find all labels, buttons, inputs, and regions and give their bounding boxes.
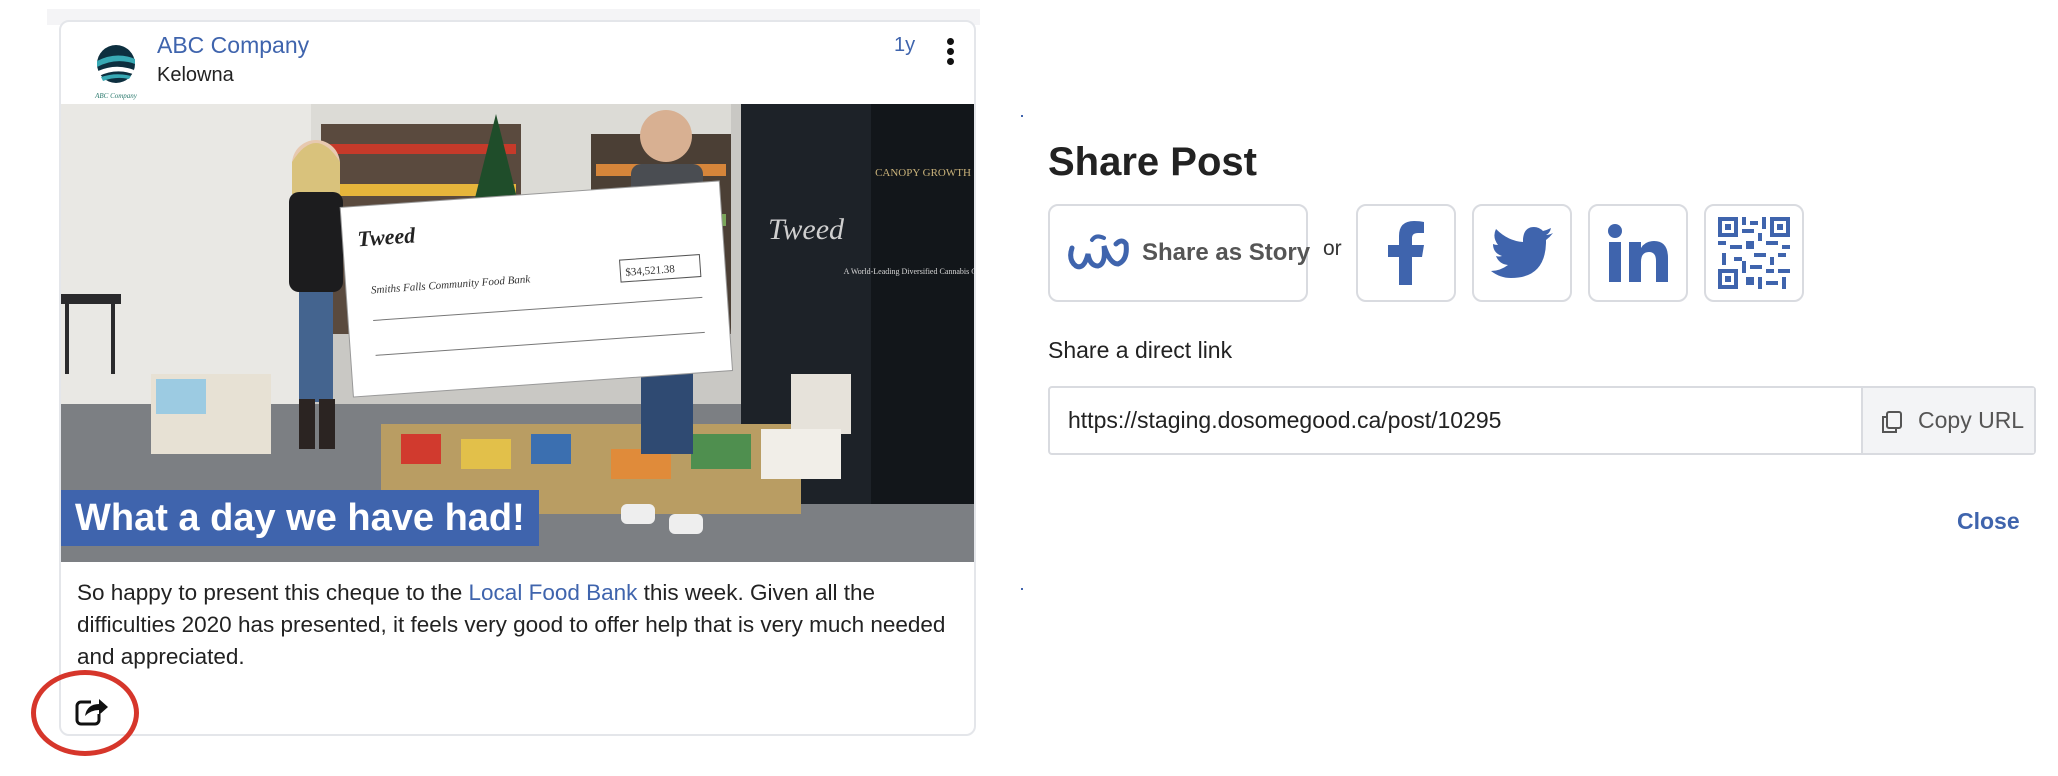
share-post-title: Share Post <box>1048 140 1257 184</box>
local-food-bank-link[interactable]: Local Food Bank <box>469 580 638 605</box>
post-location: Kelowna <box>157 64 234 86</box>
story-icon <box>1066 230 1132 283</box>
kebab-menu-icon[interactable] <box>940 38 960 72</box>
direct-link-input[interactable] <box>1050 388 1860 453</box>
direct-link-label: Share a direct link <box>1048 337 1233 363</box>
company-name-link[interactable]: ABC Company <box>157 32 309 59</box>
dot-mark <box>1021 588 1023 590</box>
dot-mark <box>1021 115 1023 117</box>
image-caption: What a day we have had! <box>61 490 539 546</box>
copy-url-label: Copy URL <box>1918 407 2025 433</box>
copy-url-button[interactable]: Copy URL <box>1861 388 2034 453</box>
share-as-story-label: Share as Story <box>1142 239 1311 266</box>
post-body: So happy to present this cheque to the L… <box>77 577 957 673</box>
direct-link-group: Copy URL <box>1048 386 2036 455</box>
twitter-share-button[interactable] <box>1472 204 1572 302</box>
linkedin-share-button[interactable] <box>1588 204 1688 302</box>
twitter-icon <box>1491 227 1553 278</box>
banner-brand-text: Tweed <box>768 213 845 246</box>
banner-right-tagline: A World-Leading Diversified Cannabis Com… <box>844 267 974 276</box>
qr-code-icon <box>1718 217 1790 289</box>
close-button[interactable]: Close <box>1957 508 2020 535</box>
post-photo: Tweed CANOPY GROWTH A World-Leading Dive… <box>61 104 974 562</box>
share-as-story-button[interactable]: Share as Story <box>1048 204 1311 302</box>
linkedin-icon <box>1608 224 1668 282</box>
post-age: 1y <box>894 34 916 56</box>
banner-right-title: CANOPY GROWTH <box>875 167 971 179</box>
post-body-text: So happy to present this cheque to the <box>77 580 469 605</box>
post-card: ABC Company ABC Company Kelowna 1y Tweed… <box>59 20 976 736</box>
logo-text: ABC Company <box>94 92 138 100</box>
facebook-icon <box>1388 221 1424 285</box>
cheque-brand-text: Tweed <box>357 222 417 251</box>
share-icon[interactable] <box>75 694 109 728</box>
company-logo: ABC Company <box>89 37 143 103</box>
facebook-share-button[interactable] <box>1356 204 1456 302</box>
or-separator: or <box>1323 237 1342 260</box>
qr-code-share-button[interactable] <box>1704 204 1804 302</box>
copy-icon <box>1881 410 1903 439</box>
